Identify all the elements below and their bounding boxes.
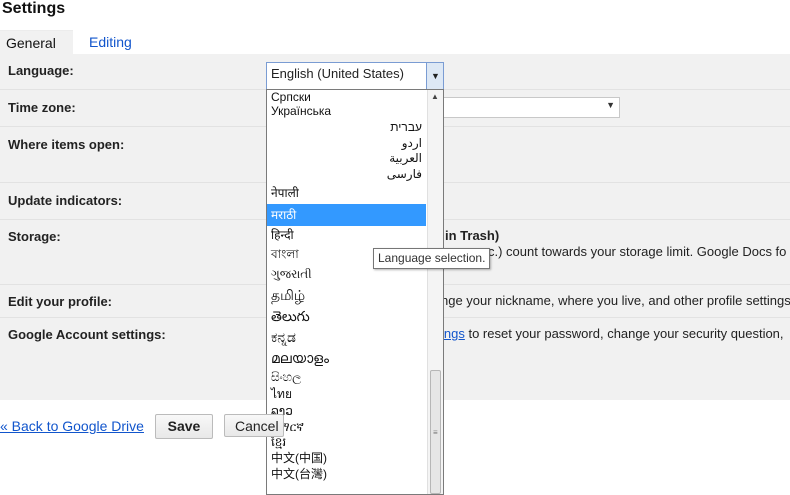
- language-option[interactable]: فارسی: [267, 166, 426, 182]
- account-settings-link[interactable]: ings: [441, 326, 465, 341]
- language-option[interactable]: ລາວ: [267, 403, 426, 419]
- tab-editing[interactable]: Editing: [83, 30, 138, 54]
- language-option[interactable]: አማርኛ: [267, 419, 426, 435]
- scrollbar-thumb[interactable]: ≡: [430, 370, 441, 494]
- language-option[interactable]: தமிழ்: [267, 284, 426, 306]
- language-option[interactable]: తెలుగు: [267, 306, 426, 326]
- page-title: Settings: [2, 0, 66, 17]
- language-option[interactable]: मराठी: [267, 204, 426, 226]
- language-label: Language:: [8, 63, 74, 78]
- language-dropdown-button[interactable]: ▼: [426, 63, 443, 89]
- language-option[interactable]: עברית: [267, 119, 426, 136]
- language-option[interactable]: العربية: [267, 151, 426, 166]
- where-items-open-label: Where items open:: [8, 137, 125, 152]
- edit-profile-label: Edit your profile:: [8, 294, 112, 309]
- cancel-button[interactable]: Cancel: [224, 414, 284, 437]
- save-button[interactable]: Save: [155, 414, 213, 439]
- language-option[interactable]: සිංහල: [267, 368, 426, 386]
- back-to-drive-link[interactable]: « Back to Google Drive: [0, 418, 144, 434]
- dropdown-scrollbar[interactable]: ▲ ≡: [427, 90, 443, 494]
- timezone-select[interactable]: ▼: [440, 97, 620, 118]
- language-option[interactable]: اردو: [267, 136, 426, 151]
- tab-general[interactable]: General: [0, 30, 73, 55]
- chevron-down-icon: ▼: [606, 100, 615, 110]
- update-indicators-label: Update indicators:: [8, 193, 123, 208]
- account-description: ings to reset your password, change your…: [441, 326, 784, 341]
- language-option[interactable]: 中文(台灣): [267, 467, 426, 481]
- tooltip: Language selection.: [373, 248, 491, 269]
- chevron-down-icon: ▼: [431, 71, 440, 81]
- language-option[interactable]: नेपाली: [267, 182, 426, 204]
- timezone-label: Time zone:: [8, 100, 76, 115]
- language-option[interactable]: ಕನ್ನಡ: [267, 326, 426, 348]
- language-select[interactable]: English (United States) ▼: [266, 62, 444, 90]
- storage-text-trash: in Trash): [445, 228, 500, 243]
- storage-description: c.) count towards your storage limit. Go…: [488, 244, 787, 259]
- language-option[interactable]: Српски: [267, 90, 426, 104]
- language-option[interactable]: മലയാളം: [267, 348, 426, 368]
- language-option[interactable]: ខ្មែរ: [267, 435, 426, 450]
- scroll-up-icon[interactable]: ▲: [431, 92, 439, 101]
- language-options: Српски Українська עברית اردو العربية فارسی नेप…: [267, 90, 426, 481]
- language-option[interactable]: हिन्दी: [267, 226, 426, 245]
- storage-label: Storage:: [8, 229, 61, 244]
- language-value: English (United States): [271, 66, 404, 81]
- grip-icon: ≡: [433, 428, 438, 437]
- language-option[interactable]: Українська: [267, 104, 426, 119]
- account-label: Google Account settings:: [8, 327, 166, 342]
- account-text: to reset your password, change your secu…: [464, 326, 784, 341]
- settings-tabs: General Editing: [0, 30, 790, 55]
- edit-profile-description: nge your nickname, where you live, and o…: [441, 293, 790, 308]
- language-option[interactable]: ไทย: [267, 386, 426, 403]
- language-option[interactable]: 中文(中国): [267, 450, 426, 467]
- language-dropdown-list[interactable]: Српски Українська עברית اردو العربية فارسی नेप…: [266, 89, 444, 495]
